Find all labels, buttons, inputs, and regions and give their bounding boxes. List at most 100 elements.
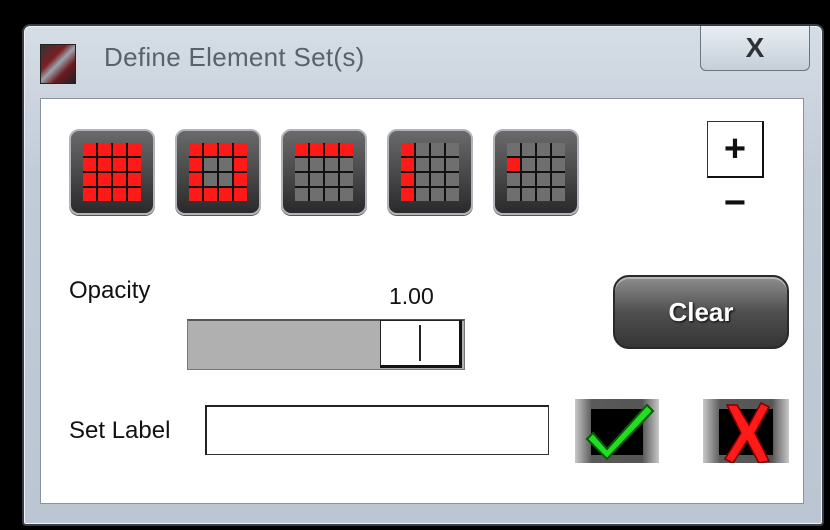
grid-cell bbox=[325, 158, 338, 171]
grid-cell bbox=[401, 173, 414, 186]
grid-cell bbox=[98, 143, 111, 156]
grid-cell bbox=[219, 143, 232, 156]
grid-cell bbox=[340, 158, 353, 171]
grid-cell bbox=[98, 173, 111, 186]
increase-button[interactable]: + bbox=[707, 121, 764, 178]
clear-button[interactable]: Clear bbox=[613, 275, 789, 349]
grid-select-button-1[interactable] bbox=[69, 129, 155, 215]
grid-cell bbox=[446, 143, 459, 156]
grid-cell bbox=[325, 173, 338, 186]
grid-cell bbox=[401, 158, 414, 171]
grid-all-icon bbox=[83, 143, 141, 201]
grid-cell bbox=[83, 173, 96, 186]
grid-cell bbox=[507, 143, 520, 156]
grid-cell bbox=[416, 158, 429, 171]
grid-cell bbox=[219, 158, 232, 171]
grid-cell bbox=[522, 158, 535, 171]
grid-cell bbox=[552, 173, 565, 186]
grid-cell bbox=[234, 188, 247, 201]
grid-cell bbox=[204, 173, 217, 186]
grid-cell bbox=[537, 158, 550, 171]
grid-cell bbox=[431, 158, 444, 171]
grid-cell bbox=[204, 143, 217, 156]
grid-cell bbox=[113, 188, 126, 201]
grid-cell bbox=[431, 173, 444, 186]
grid-border-icon bbox=[189, 143, 247, 201]
clear-button-label: Clear bbox=[668, 296, 734, 327]
grid-cell bbox=[219, 173, 232, 186]
grid-cell bbox=[295, 158, 308, 171]
grid-cell bbox=[507, 158, 520, 171]
confirm-button[interactable] bbox=[575, 399, 659, 463]
grid-cell bbox=[446, 188, 459, 201]
grid-single-cell-icon bbox=[507, 143, 565, 201]
grid-cell bbox=[310, 158, 323, 171]
grid-cell bbox=[340, 143, 353, 156]
minus-icon: − bbox=[723, 182, 747, 224]
grid-cell bbox=[128, 188, 141, 201]
app-icon bbox=[40, 44, 76, 84]
grid-cell bbox=[234, 143, 247, 156]
opacity-slider[interactable] bbox=[187, 319, 465, 370]
checkmark-icon bbox=[585, 403, 655, 461]
grid-select-button-4[interactable] bbox=[387, 129, 473, 215]
grid-cell bbox=[446, 173, 459, 186]
plus-icon: + bbox=[723, 128, 747, 170]
set-label-input[interactable] bbox=[205, 405, 549, 455]
grid-cell bbox=[234, 173, 247, 186]
grid-cell bbox=[401, 188, 414, 201]
grid-cell bbox=[325, 188, 338, 201]
grid-cell bbox=[416, 143, 429, 156]
grid-cell bbox=[98, 188, 111, 201]
grid-cell bbox=[83, 158, 96, 171]
grid-cell bbox=[189, 188, 202, 201]
grid-cell bbox=[446, 158, 459, 171]
grid-cell bbox=[204, 158, 217, 171]
red-x-icon bbox=[719, 402, 773, 463]
opacity-slider-thumb[interactable] bbox=[380, 320, 462, 368]
grid-cell bbox=[507, 188, 520, 201]
grid-cell bbox=[431, 143, 444, 156]
close-button[interactable]: X bbox=[700, 26, 810, 71]
grid-select-button-5[interactable] bbox=[493, 129, 579, 215]
title-bar[interactable]: Define Element Set(s) X bbox=[24, 26, 822, 96]
grid-cell bbox=[507, 173, 520, 186]
grid-cell bbox=[522, 188, 535, 201]
grid-cell bbox=[219, 188, 232, 201]
grid-cell bbox=[537, 143, 550, 156]
grid-cell bbox=[522, 143, 535, 156]
grid-cell bbox=[537, 173, 550, 186]
grid-cell bbox=[128, 173, 141, 186]
cancel-button[interactable] bbox=[703, 399, 789, 463]
grid-cell bbox=[83, 188, 96, 201]
grid-cell bbox=[416, 173, 429, 186]
grid-select-button-3[interactable] bbox=[281, 129, 367, 215]
grid-cell bbox=[310, 143, 323, 156]
grid-select-button-2[interactable] bbox=[175, 129, 261, 215]
grid-cell bbox=[310, 188, 323, 201]
grid-cell bbox=[204, 188, 217, 201]
opacity-slider-track bbox=[188, 321, 382, 369]
grid-cell bbox=[537, 188, 550, 201]
grid-cell bbox=[552, 158, 565, 171]
grid-cell bbox=[340, 173, 353, 186]
grid-cell bbox=[552, 143, 565, 156]
grid-cell bbox=[113, 158, 126, 171]
window-title: Define Element Set(s) bbox=[104, 42, 365, 72]
grid-cell bbox=[113, 173, 126, 186]
define-element-sets-dialog: Define Element Set(s) X + − Opacity 1.00… bbox=[22, 24, 824, 526]
opacity-label: Opacity bbox=[69, 277, 151, 304]
grid-cell bbox=[83, 143, 96, 156]
grid-cell bbox=[295, 188, 308, 201]
grid-cell bbox=[295, 173, 308, 186]
grid-cell bbox=[325, 143, 338, 156]
grid-cell bbox=[340, 188, 353, 201]
grid-cell bbox=[113, 143, 126, 156]
grid-cell bbox=[189, 143, 202, 156]
grid-cell bbox=[295, 143, 308, 156]
grid-cell bbox=[128, 158, 141, 171]
decrease-button[interactable]: − bbox=[713, 181, 757, 225]
grid-cell bbox=[401, 143, 414, 156]
close-icon: X bbox=[745, 32, 765, 63]
grid-cell bbox=[522, 173, 535, 186]
